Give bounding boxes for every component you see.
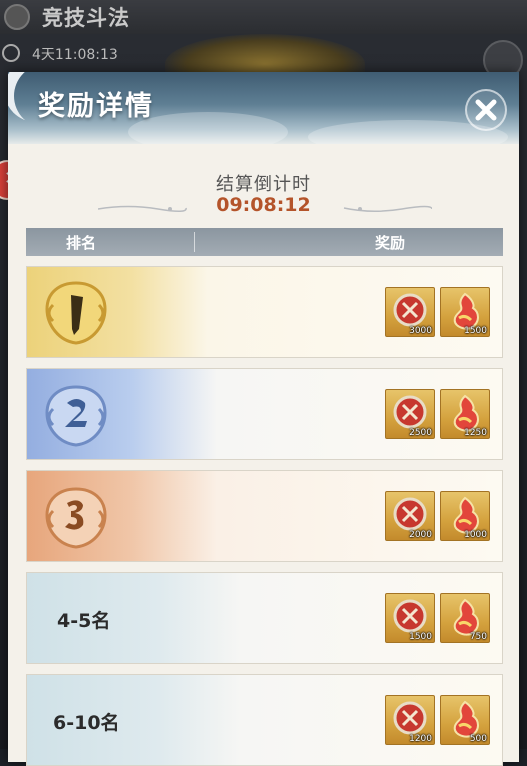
reward-row: 4-5名 1500 750: [26, 572, 503, 664]
close-icon: [475, 99, 497, 121]
reward-details-dialog: 奖励详情 结算倒计时 09:08:12 排名 奖励 3000 1500 2500…: [8, 72, 519, 766]
countdown-value: 09:08:12: [216, 194, 311, 216]
item-count: 1200: [409, 734, 432, 744]
item-count: 2000: [409, 530, 432, 540]
item-count: 750: [469, 632, 487, 642]
rank-3-medal-icon: [45, 487, 107, 549]
reward-item-slot[interactable]: 1500: [385, 593, 435, 643]
item-count: 500: [469, 734, 487, 744]
reward-item-slot[interactable]: 1250: [440, 389, 490, 439]
reward-item-slot[interactable]: 500: [440, 695, 490, 745]
ornament-left-icon: [98, 205, 187, 212]
background-timer: 4天11:08:13: [32, 47, 118, 63]
reward-item-slot[interactable]: 1500: [440, 287, 490, 337]
reward-row: 6-10名 1200 500: [26, 674, 503, 766]
reward-item-slot[interactable]: 2000: [385, 491, 435, 541]
reward-item-slot[interactable]: 2500: [385, 389, 435, 439]
reward-item-slot[interactable]: 1200: [385, 695, 435, 745]
item-count: 1500: [464, 326, 487, 336]
item-count: 3000: [409, 326, 432, 336]
rank-label: 6-10名: [53, 712, 120, 734]
item-count: 2500: [409, 428, 432, 438]
rank-1-medal-icon: [45, 281, 107, 345]
close-button[interactable]: [465, 89, 507, 131]
rank-column-header: 排名: [66, 234, 97, 252]
clock-icon: [2, 44, 20, 62]
dialog-header: 奖励详情: [8, 72, 519, 144]
reward-item-slot[interactable]: 3000: [385, 287, 435, 337]
item-count: 1500: [409, 632, 432, 642]
ornament-right-icon: [343, 205, 432, 212]
reward-row: 3000 1500: [26, 266, 503, 358]
dialog-title: 奖励详情: [38, 91, 154, 122]
reward-row: 2500 1250: [26, 368, 503, 460]
back-icon[interactable]: [4, 4, 30, 30]
item-count: 1250: [464, 428, 487, 438]
countdown-label: 结算倒计时: [216, 174, 311, 195]
background-title: 竞技斗法: [42, 6, 130, 30]
rank-label: 4-5名: [57, 610, 111, 632]
reward-column-header: 奖励: [375, 234, 406, 252]
reward-item-slot[interactable]: 1000: [440, 491, 490, 541]
table-header: 排名 奖励: [26, 228, 503, 256]
reward-row: 2000 1000: [26, 470, 503, 562]
item-count: 1000: [464, 530, 487, 540]
reward-item-slot[interactable]: 750: [440, 593, 490, 643]
rank-2-medal-icon: [45, 385, 107, 447]
column-divider: [194, 232, 195, 252]
